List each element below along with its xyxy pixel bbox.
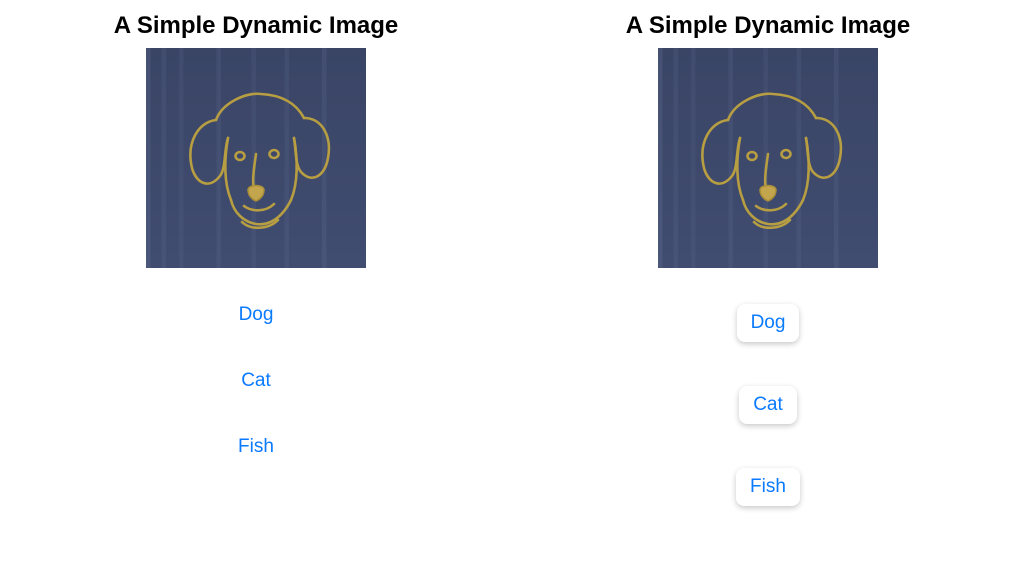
- image-dog-left: [146, 48, 366, 268]
- panel-left: A Simple Dynamic Image: [46, 12, 466, 588]
- title-right: A Simple Dynamic Image: [626, 12, 911, 40]
- button-dog[interactable]: Dog: [239, 304, 274, 326]
- button-cat[interactable]: Cat: [739, 386, 797, 424]
- dog-line-drawing-icon: [658, 48, 878, 268]
- button-stack-left: Dog Cat Fish: [238, 304, 274, 458]
- button-stack-right: Dog Cat Fish: [736, 304, 800, 506]
- image-dog-right: [658, 48, 878, 268]
- button-fish[interactable]: Fish: [238, 436, 274, 458]
- panel-right: A Simple Dynamic Image Dog Cat Fish: [558, 12, 978, 588]
- button-fish[interactable]: Fish: [736, 468, 800, 506]
- dog-line-drawing-icon: [146, 48, 366, 268]
- title-left: A Simple Dynamic Image: [114, 12, 399, 40]
- button-cat[interactable]: Cat: [241, 370, 271, 392]
- button-dog[interactable]: Dog: [737, 304, 800, 342]
